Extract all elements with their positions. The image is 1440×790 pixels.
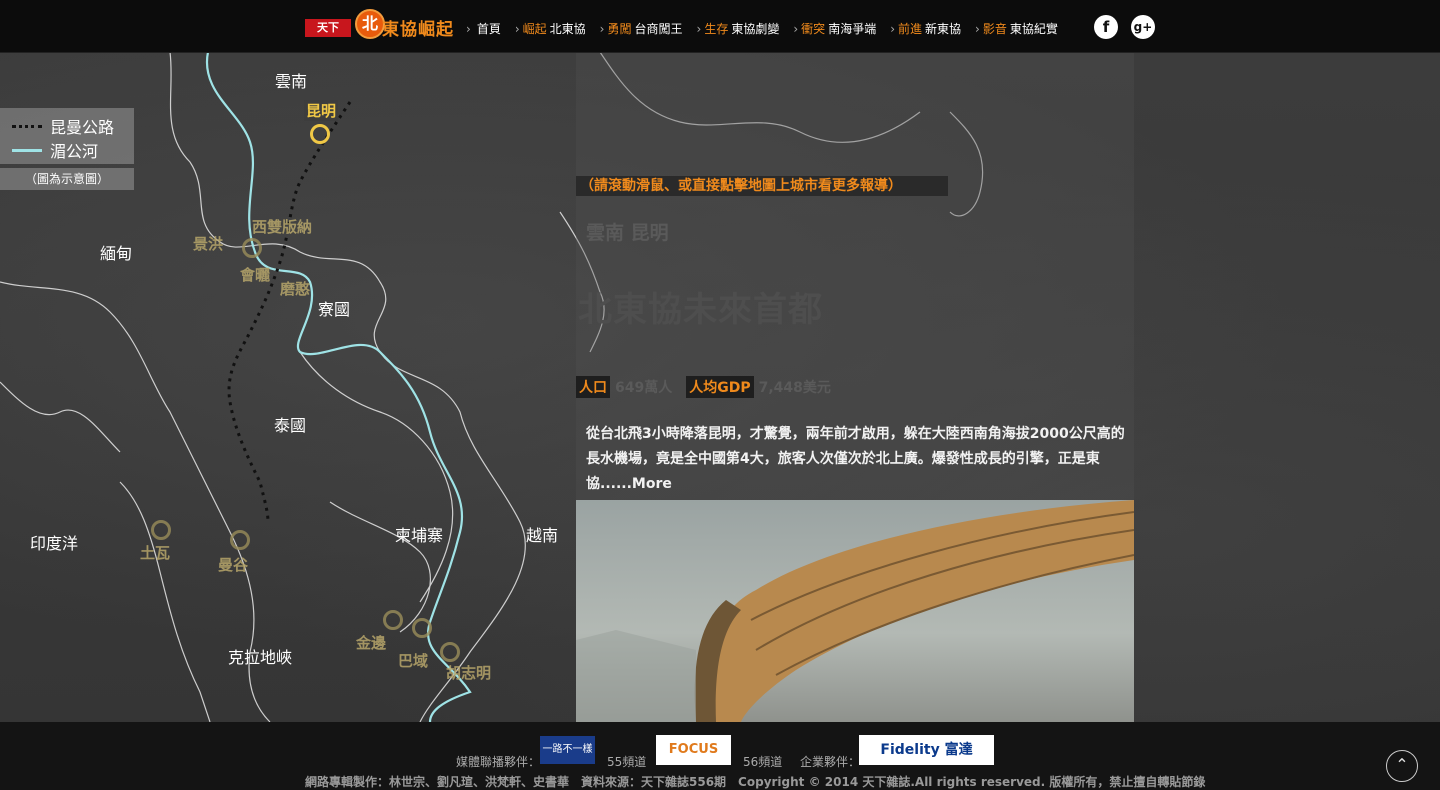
north-asean-logo-mark[interactable]: 北 [355,9,385,39]
chevron-right-icon: › [514,22,520,36]
city-hcmc-marker[interactable] [440,642,460,662]
panel-stats: 人口 649萬人 人均GDP 7,448美元 [576,376,845,398]
airport-photo [576,500,1134,722]
region-indian-ocean: 印度洋 [30,534,79,553]
chevron-right-icon: › [890,22,896,36]
googleplus-icon[interactable]: g+ [1131,15,1155,39]
legend-note: （圖為示意圖） [0,168,134,190]
region-myanmar: 緬甸 [100,244,133,263]
city-phnompenh-marker[interactable] [383,610,403,630]
city-jinghong-label[interactable]: 景洪 [193,233,223,254]
panel-body-text[interactable]: 從台北飛3小時降落昆明，才驚覺，兩年前才啟用，躲在大陸西南角海拔2000公尺高的… [586,422,1126,497]
city-dawei-marker[interactable] [151,520,171,540]
focus-badge[interactable]: FOCUS [656,735,731,765]
population-value: 649萬人 [615,380,673,396]
media-partner-label: 媒體聯播夥伴： [456,755,541,769]
nav-new-asean[interactable]: › 前進 新東協 [890,20,961,37]
chevron-right-icon: › [696,22,702,36]
copyright-text: 網路專輯製作：林世宗、劉凡瑄、洪梵軒、史書華 資料來源：天下雜誌556期 Cop… [305,775,1206,789]
panel-region: 雲南 昆明 [586,222,669,244]
mekong-river-line [205,52,472,722]
panel-headline: 北東協未來首都 [578,290,823,330]
city-xishuangbanna-label[interactable]: 西雙版納 [252,216,312,237]
chevron-up-icon: ⌃ [1395,755,1409,774]
corporate-partner-label: 企業夥伴： [800,755,861,769]
scroll-to-top-button[interactable]: ⌃ [1386,750,1418,782]
city-phnompenh-label[interactable]: 金邊 [356,632,386,653]
gdp-value: 7,448美元 [758,380,831,396]
region-vietnam: 越南 [526,526,559,545]
fidelity-badge[interactable]: Fidelity 富達 [859,735,994,765]
nav-video[interactable]: › 影音 東協紀實 [975,20,1058,37]
legend-river: 湄公河 [12,138,98,162]
city-bangkok-marker[interactable] [230,530,250,550]
city-kunming-label[interactable]: 昆明 [304,100,339,121]
nav-asean-change[interactable]: › 生存 東協劇變 [697,20,780,37]
nav-taiwan-business[interactable]: › 勇闖 台商闖王 [600,20,683,37]
city-bavet-label[interactable]: 巴域 [398,650,428,671]
city-bangkok-label[interactable]: 曼谷 [218,554,248,575]
scroll-hint: （請滾動滑鼠、或直接點擊地圖上城市看更多報導） [576,176,948,196]
city-kunming-marker[interactable] [310,124,330,144]
chevron-right-icon: › [793,22,799,36]
chevron-right-icon: › [466,22,471,36]
region-thailand: 泰國 [274,416,307,435]
main-nav: › 首頁 › 崛起 北東協 › 勇闖 台商闖王 › 生存 東協劇變 › 衝突 南海爭端 › 前進 新東… [466,20,1072,37]
channel-56-label: 56頻道 [743,755,783,769]
legend-road: 昆曼公路 [12,114,114,138]
city-dawei-label[interactable]: 土瓦 [140,542,170,563]
population-label: 人口 [576,376,610,398]
chevron-right-icon: › [599,22,605,36]
facebook-icon[interactable]: f [1094,15,1118,39]
city-bavet-marker[interactable] [412,618,432,638]
road-line-icon [12,124,42,128]
map-legend: 昆曼公路 湄公河 [0,108,134,164]
nav-north-asean[interactable]: › 崛起 北東協 [515,20,586,37]
city-jinghong-marker[interactable] [242,238,262,258]
nav-south-china-sea[interactable]: › 衝突 南海爭端 [793,20,876,37]
channel-55-label: 55頻道 [607,755,647,769]
city-mohan-label[interactable]: 磨憨 [280,278,310,299]
region-cambodia: 柬埔寨 [395,526,444,545]
nav-home[interactable]: › 首頁 [466,20,501,37]
news-night-badge[interactable]: 一路不一樣 [540,736,595,764]
airport-roof-graphic [576,500,1134,722]
site-title[interactable]: 東協崛起 [382,15,454,40]
region-yunnan: 雲南 [275,72,308,91]
city-huixiao-label[interactable]: 會曬 [240,264,270,285]
cw-magazine-logo[interactable]: 天下 [305,19,351,37]
gdp-label: 人均GDP [686,376,754,398]
river-line-icon [12,148,42,152]
region-kra-isthmus: 克拉地峽 [228,648,293,667]
chevron-right-icon: › [975,22,980,36]
region-laos: 寮國 [318,300,351,319]
city-hcmc-label[interactable]: 胡志明 [446,662,491,683]
